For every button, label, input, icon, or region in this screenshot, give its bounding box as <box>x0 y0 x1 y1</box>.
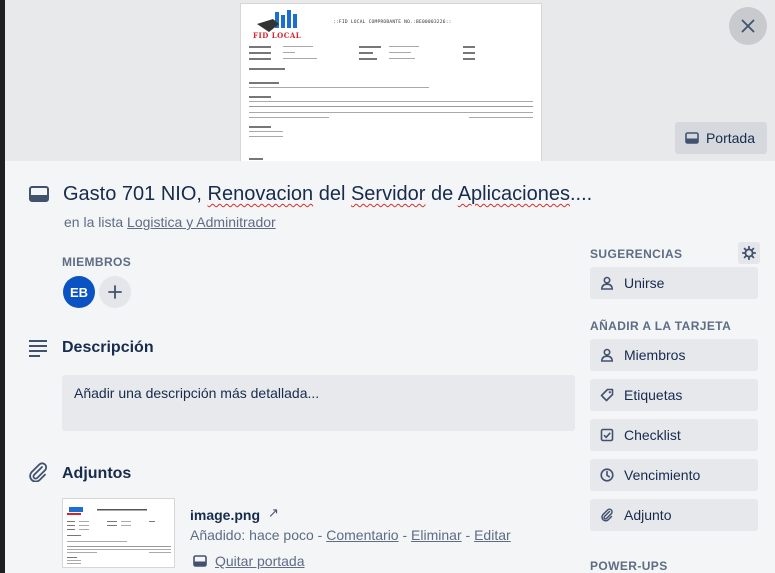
labels-button[interactable]: Etiquetas <box>590 379 758 411</box>
checklist-button[interactable]: Checklist <box>590 419 758 451</box>
description-icon <box>29 340 47 357</box>
checkbox-icon <box>600 428 614 442</box>
card-cover-icon <box>193 555 207 567</box>
clock-icon <box>600 468 614 482</box>
card-cover[interactable]: FID LOCAL ::FID LOCAL COMPROBANTE NO.:BE… <box>5 0 775 161</box>
members-label: MIEMBROS <box>62 255 132 269</box>
person-icon <box>600 348 614 362</box>
avatar[interactable]: EB <box>63 276 95 308</box>
delete-link[interactable]: Eliminar <box>411 527 462 543</box>
due-date-button[interactable]: Vencimiento <box>590 459 758 491</box>
list-link[interactable]: Logistica y Adminitrador <box>127 214 276 230</box>
remove-cover-link[interactable]: Quitar portada <box>193 553 305 569</box>
gear-icon <box>742 246 756 260</box>
description-title: Descripción <box>62 339 154 356</box>
card-title[interactable]: Gasto 701 NIO, Renovacion del Servidor d… <box>63 183 592 206</box>
suggestions-settings-button[interactable] <box>738 242 760 264</box>
comment-link[interactable]: Comentario <box>326 527 398 543</box>
members-button[interactable]: Miembros <box>590 339 758 371</box>
person-icon <box>600 276 614 290</box>
cover-button-label: Portada <box>705 130 755 146</box>
attachment-thumbnail[interactable] <box>62 498 175 568</box>
attachment-button[interactable]: Adjunto <box>590 499 758 531</box>
cover-image: FID LOCAL ::FID LOCAL COMPROBANTE NO.:BE… <box>240 3 542 161</box>
card-cover-icon <box>685 132 699 144</box>
add-to-card-label: AÑADIR A LA TARJETA <box>590 319 732 333</box>
close-button[interactable] <box>729 7 767 45</box>
cover-button[interactable]: Portada <box>674 122 767 154</box>
powerups-label: POWER-UPS <box>590 559 668 573</box>
join-button[interactable]: Unirse <box>590 267 758 299</box>
document-header: ::FID LOCAL COMPROBANTE NO.:BE00003226:: <box>333 20 452 25</box>
thumbnail-image <box>67 507 171 564</box>
external-link-icon[interactable]: ↗ <box>268 505 279 521</box>
logo-text: FID LOCAL <box>253 31 302 40</box>
suggestions-label: SUGERENCIAS <box>590 247 683 261</box>
card-detail-dialog: FID LOCAL ::FID LOCAL COMPROBANTE NO.:BE… <box>5 0 775 573</box>
add-member-button[interactable] <box>99 276 131 308</box>
attachment-meta: Añadido: hace poco - Comentario - Elimin… <box>190 527 511 543</box>
tag-icon <box>600 388 614 402</box>
attachments-title: Adjuntos <box>62 465 132 482</box>
paperclip-icon <box>601 508 613 522</box>
in-list-info: en la lista Logistica y Adminitrador <box>64 214 276 230</box>
attachment-name[interactable]: image.png <box>190 507 260 523</box>
close-icon <box>741 19 755 33</box>
paperclip-icon <box>29 462 48 482</box>
edit-link[interactable]: Editar <box>474 527 511 543</box>
card-icon <box>29 186 49 202</box>
plus-icon <box>108 285 122 299</box>
description-input[interactable]: Añadir una descripción más detallada... <box>62 375 575 431</box>
